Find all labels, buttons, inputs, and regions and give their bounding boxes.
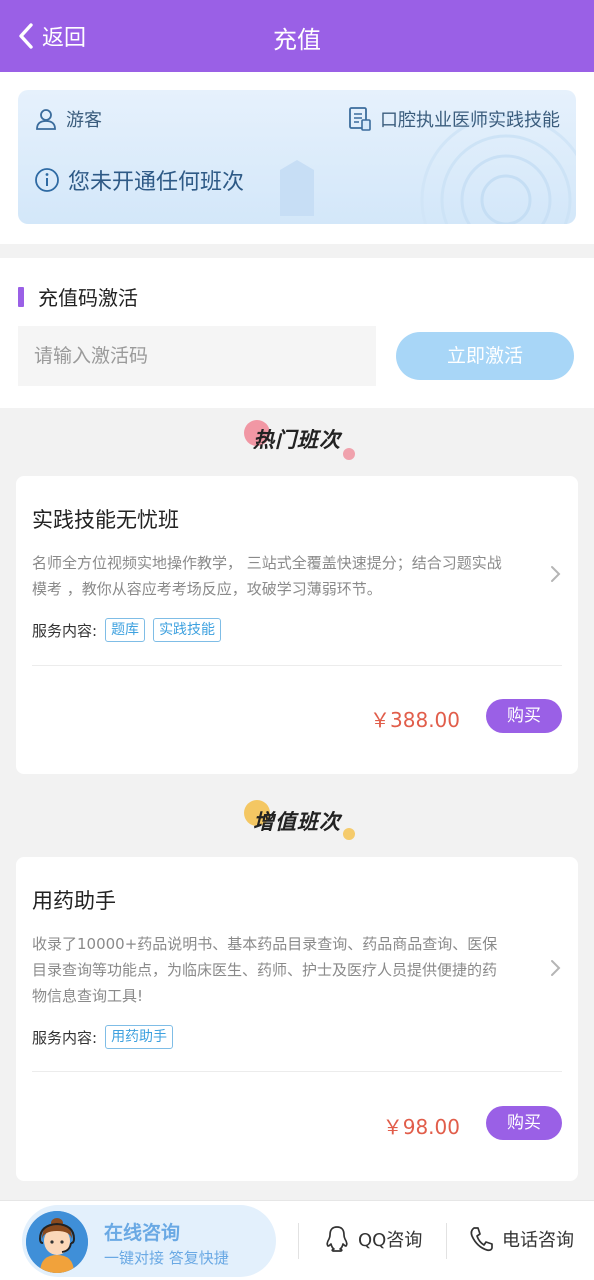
user-info-card: 游客 口腔执业医师实践技能 您未开通任何班次 xyxy=(18,90,576,224)
phone-consult-button[interactable]: 电话咨询 xyxy=(468,1225,574,1253)
decorative-shape xyxy=(280,160,314,216)
avatar xyxy=(26,1211,88,1273)
phone-label: 电话咨询 xyxy=(502,1230,574,1251)
support-agent-icon xyxy=(26,1211,88,1273)
banner-title: 增值班次 xyxy=(253,810,341,834)
user-row: 游客 xyxy=(34,106,102,132)
course-price: ￥98.00 xyxy=(382,1115,460,1139)
course-description: 名师全方位视频实地操作教学， 三站式全覆盖快速提分；结合习题实战 模考 ，教你从… xyxy=(32,550,538,602)
info-icon xyxy=(35,168,59,192)
description-line: 目录查询等功能点，为临床医生、药师、护士及医疗人员提供便捷的药 xyxy=(32,961,498,979)
chevron-right-icon[interactable] xyxy=(548,564,562,584)
description-line: 名师全方位视频实地操作教学， 三站式全覆盖快速提分；结合习题实战 xyxy=(32,554,502,572)
subject-label: 口腔执业医师实践技能 xyxy=(380,110,560,131)
service-tag: 题库 xyxy=(105,618,146,642)
activation-section: 充值码激活 立即激活 xyxy=(0,258,594,408)
user-icon xyxy=(36,109,56,130)
subject-selector[interactable]: 口腔执业医师实践技能 xyxy=(348,106,560,132)
divider xyxy=(298,1223,299,1259)
qq-label: QQ咨询 xyxy=(358,1230,423,1251)
service-row: 服务内容: 用药助手 xyxy=(32,1025,174,1049)
app-header: 返回 充值 xyxy=(0,0,594,72)
bottom-bar: 在线咨询 一键对接 答复快捷 QQ咨询 电话咨询 xyxy=(0,1200,594,1280)
course-name: 用药助手 xyxy=(32,889,116,913)
course-card[interactable]: 实践技能无忧班 名师全方位视频实地操作教学， 三站式全覆盖快速提分；结合习题实战… xyxy=(16,476,578,774)
title-accent-bar xyxy=(18,286,24,307)
description-line: 模考 ，教你从容应考考场反应，攻破学习薄弱环节。 xyxy=(32,580,382,598)
qq-icon xyxy=(326,1226,348,1252)
section-title: 充值码激活 xyxy=(18,282,138,311)
consult-subtitle: 一键对接 答复快捷 xyxy=(104,1249,229,1267)
description-line: 物信息查询工具! xyxy=(32,987,144,1005)
user-section: 游客 口腔执业医师实践技能 您未开通任何班次 xyxy=(0,72,594,244)
divider xyxy=(32,665,562,666)
course-name: 实践技能无忧班 xyxy=(32,508,179,532)
activation-code-input[interactable] xyxy=(18,326,376,386)
hot-courses-banner: 热门班次 xyxy=(0,418,594,462)
book-icon xyxy=(349,107,371,131)
course-card[interactable]: 用药助手 收录了10000+药品说明书、基本药品目录查询、药品商品查询、医保 目… xyxy=(16,857,578,1181)
consult-title: 在线咨询 xyxy=(104,1222,181,1244)
qq-consult-button[interactable]: QQ咨询 xyxy=(324,1225,422,1253)
service-tag: 实践技能 xyxy=(153,618,222,642)
buy-button[interactable]: 购买 xyxy=(486,1106,562,1140)
course-price: ￥388.00 xyxy=(370,708,460,732)
services-label: 服务内容: xyxy=(32,1028,98,1047)
description-line: 收录了10000+药品说明书、基本药品目录查询、药品商品查询、医保 xyxy=(32,935,498,953)
service-tag: 用药助手 xyxy=(105,1025,174,1049)
phone-icon xyxy=(470,1227,493,1252)
buy-button[interactable]: 购买 xyxy=(486,699,562,733)
divider xyxy=(32,1071,562,1072)
services-label: 服务内容: xyxy=(32,621,98,640)
banner-title: 热门班次 xyxy=(253,428,341,452)
user-name: 游客 xyxy=(66,110,102,131)
online-consult-button[interactable]: 在线咨询 一键对接 答复快捷 xyxy=(22,1205,276,1277)
status-text: 您未开通任何班次 xyxy=(68,170,245,195)
section-title-text: 充值码激活 xyxy=(38,286,138,310)
subscription-status: 您未开通任何班次 xyxy=(34,164,244,196)
activate-button[interactable]: 立即激活 xyxy=(396,332,574,380)
value-courses-banner: 增值班次 xyxy=(0,800,594,844)
page-title: 充值 xyxy=(273,26,321,54)
course-description: 收录了10000+药品说明书、基本药品目录查询、药品商品查询、医保 目录查询等功… xyxy=(32,931,538,1009)
chevron-right-icon[interactable] xyxy=(548,958,562,978)
service-row: 服务内容: 题库 实践技能 xyxy=(32,618,222,642)
divider xyxy=(446,1223,447,1259)
